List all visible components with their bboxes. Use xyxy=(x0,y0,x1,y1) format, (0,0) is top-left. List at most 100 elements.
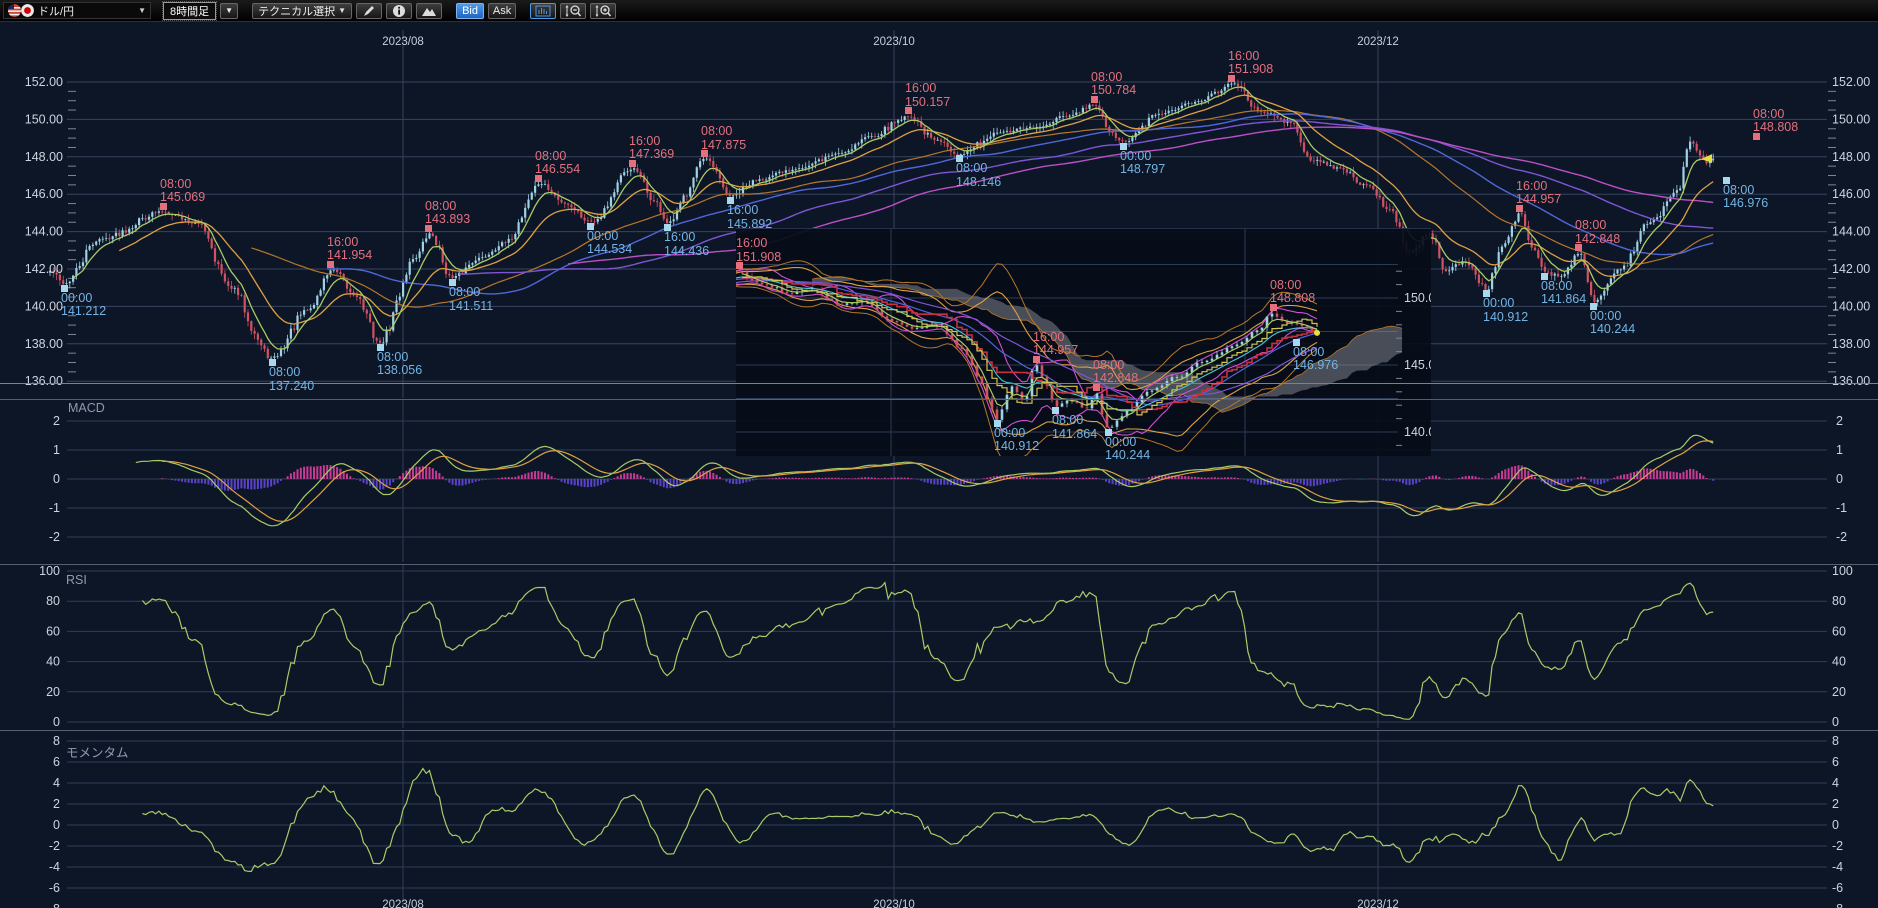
svg-text:2: 2 xyxy=(1836,414,1843,428)
svg-text:-2: -2 xyxy=(49,530,60,544)
macd-title: MACD xyxy=(68,401,105,415)
ask-button[interactable]: Ask xyxy=(488,3,516,19)
pair-dropdown-arrow[interactable]: ▼ xyxy=(138,6,146,15)
vertical-zoom-out-icon xyxy=(564,4,582,18)
svg-text:-2: -2 xyxy=(1832,839,1843,853)
svg-text:-6: -6 xyxy=(49,881,60,895)
svg-text:0: 0 xyxy=(1836,472,1843,486)
price-axis-label: 150.00 xyxy=(25,112,63,126)
price-axis-label: 152.00 xyxy=(1832,75,1870,89)
svg-text:-2: -2 xyxy=(1836,530,1847,544)
momentum-title: モメンタム xyxy=(66,746,129,760)
svg-text:6: 6 xyxy=(1832,755,1839,769)
pane-separator xyxy=(0,399,1878,400)
chevron-down-icon: ▼ xyxy=(225,6,233,15)
svg-text:100: 100 xyxy=(1832,564,1853,578)
svg-text:4: 4 xyxy=(53,776,60,790)
rsi-title: RSI xyxy=(66,573,87,587)
pane-separator xyxy=(0,730,1878,731)
svg-text:20: 20 xyxy=(1832,685,1846,699)
rsi-pane: 100 100 80 80 60 60 40 40 20 20 0 0 RSI xyxy=(39,564,1853,729)
svg-text:2: 2 xyxy=(53,414,60,428)
momentum-pane: 8 8 6 6 4 4 2 2 0 0 -2 -2 -4 -4 -6 -6 -8 -8 モメンタム xyxy=(49,731,1843,908)
technical-select-button[interactable]: テクニカル選択 ▼ xyxy=(252,3,352,19)
svg-text:40: 40 xyxy=(46,655,60,669)
svg-text:-1: -1 xyxy=(49,501,60,515)
svg-text:-1: -1 xyxy=(1836,501,1847,515)
info-icon xyxy=(392,4,406,18)
volume-bars-button[interactable] xyxy=(530,3,556,19)
vertical-zoom-out-button[interactable] xyxy=(560,3,586,19)
svg-text:40: 40 xyxy=(1832,655,1846,669)
svg-text:20: 20 xyxy=(46,685,60,699)
svg-text:-2: -2 xyxy=(49,839,60,853)
currency-pair-select[interactable]: ドル/円 ▼ xyxy=(3,2,151,19)
svg-text:6: 6 xyxy=(53,755,60,769)
price-axis-label: 136.00 xyxy=(1832,374,1870,388)
svg-text:100: 100 xyxy=(39,564,60,578)
price-axis-label: 136.00 xyxy=(25,374,63,388)
price-axis-label: 144.00 xyxy=(1832,225,1870,239)
ask-label: Ask xyxy=(493,5,511,17)
us-flag-icon xyxy=(8,4,21,17)
chart-bottom-line xyxy=(0,383,1878,384)
svg-text:0: 0 xyxy=(1832,818,1839,832)
inset-axis-label: 145.0 xyxy=(1404,358,1431,372)
svg-text:-8: -8 xyxy=(1832,902,1843,908)
info-button[interactable] xyxy=(386,3,412,19)
svg-text:8: 8 xyxy=(53,734,60,748)
timeframe-label: 8時間足 xyxy=(170,3,209,19)
pane-separator xyxy=(0,564,1878,565)
chevron-down-icon: ▼ xyxy=(338,6,346,15)
price-axis-label: 142.00 xyxy=(1832,262,1870,276)
bid-button[interactable]: Bid xyxy=(456,3,484,19)
price-axis-label: 138.00 xyxy=(1832,337,1870,351)
bid-label: Bid xyxy=(462,5,478,17)
price-axis-label: 146.00 xyxy=(25,187,63,201)
jp-flag-icon xyxy=(21,4,34,17)
chart-style-button[interactable] xyxy=(416,3,442,19)
svg-text:0: 0 xyxy=(53,818,60,832)
timeframe-dropdown-button[interactable]: ▼ xyxy=(220,3,238,19)
svg-text:60: 60 xyxy=(46,624,60,638)
pencil-icon xyxy=(362,4,376,18)
svg-text:-4: -4 xyxy=(49,860,60,874)
zoom-inset-panel[interactable]: 150.0 145.0 140.0 xyxy=(736,228,1431,456)
inset-axis-label: 140.0 xyxy=(1404,425,1431,439)
vertical-zoom-in-icon xyxy=(594,4,612,18)
price-axis-label: 142.00 xyxy=(25,262,63,276)
svg-text:8: 8 xyxy=(1832,734,1839,748)
svg-text:0: 0 xyxy=(1832,715,1839,729)
svg-text:2: 2 xyxy=(1832,797,1839,811)
svg-text:1: 1 xyxy=(1836,443,1843,457)
draw-pencil-button[interactable] xyxy=(356,3,382,19)
svg-text:80: 80 xyxy=(1832,594,1846,608)
inset-axis-label: 150.0 xyxy=(1404,291,1431,305)
vertical-zoom-in-button[interactable] xyxy=(590,3,616,19)
svg-text:2: 2 xyxy=(53,797,60,811)
svg-text:1: 1 xyxy=(53,443,60,457)
timeframe-box[interactable]: 8時間足 xyxy=(163,2,216,20)
svg-text:4: 4 xyxy=(1832,776,1839,790)
price-axis-label: 140.00 xyxy=(25,299,63,313)
svg-text:0: 0 xyxy=(53,715,60,729)
svg-text:60: 60 xyxy=(1832,624,1846,638)
svg-text:-6: -6 xyxy=(1832,881,1843,895)
pair-label: ドル/円 xyxy=(38,3,74,19)
toolbar: ドル/円 ▼ 8時間足 ▼ テクニカル選択 ▼ Bid xyxy=(0,0,1878,22)
fx-chart-app: ドル/円 ▼ 8時間足 ▼ テクニカル選択 ▼ Bid xyxy=(0,0,1878,908)
mountain-chart-icon xyxy=(421,5,437,17)
price-axis-label: 140.00 xyxy=(1832,299,1870,313)
price-axis-label: 150.00 xyxy=(1832,112,1870,126)
technical-select-label: テクニカル選択 xyxy=(258,3,335,19)
svg-text:0: 0 xyxy=(53,472,60,486)
price-axis-label: 146.00 xyxy=(1832,187,1870,201)
price-axis-label: 148.00 xyxy=(25,150,63,164)
price-axis-label: 144.00 xyxy=(25,225,63,239)
svg-text:-8: -8 xyxy=(49,902,60,908)
bar-chart-icon xyxy=(535,5,551,17)
svg-text:-4: -4 xyxy=(1832,860,1843,874)
price-axis-label: 148.00 xyxy=(1832,150,1870,164)
price-axis-label: 138.00 xyxy=(25,337,63,351)
svg-text:80: 80 xyxy=(46,594,60,608)
